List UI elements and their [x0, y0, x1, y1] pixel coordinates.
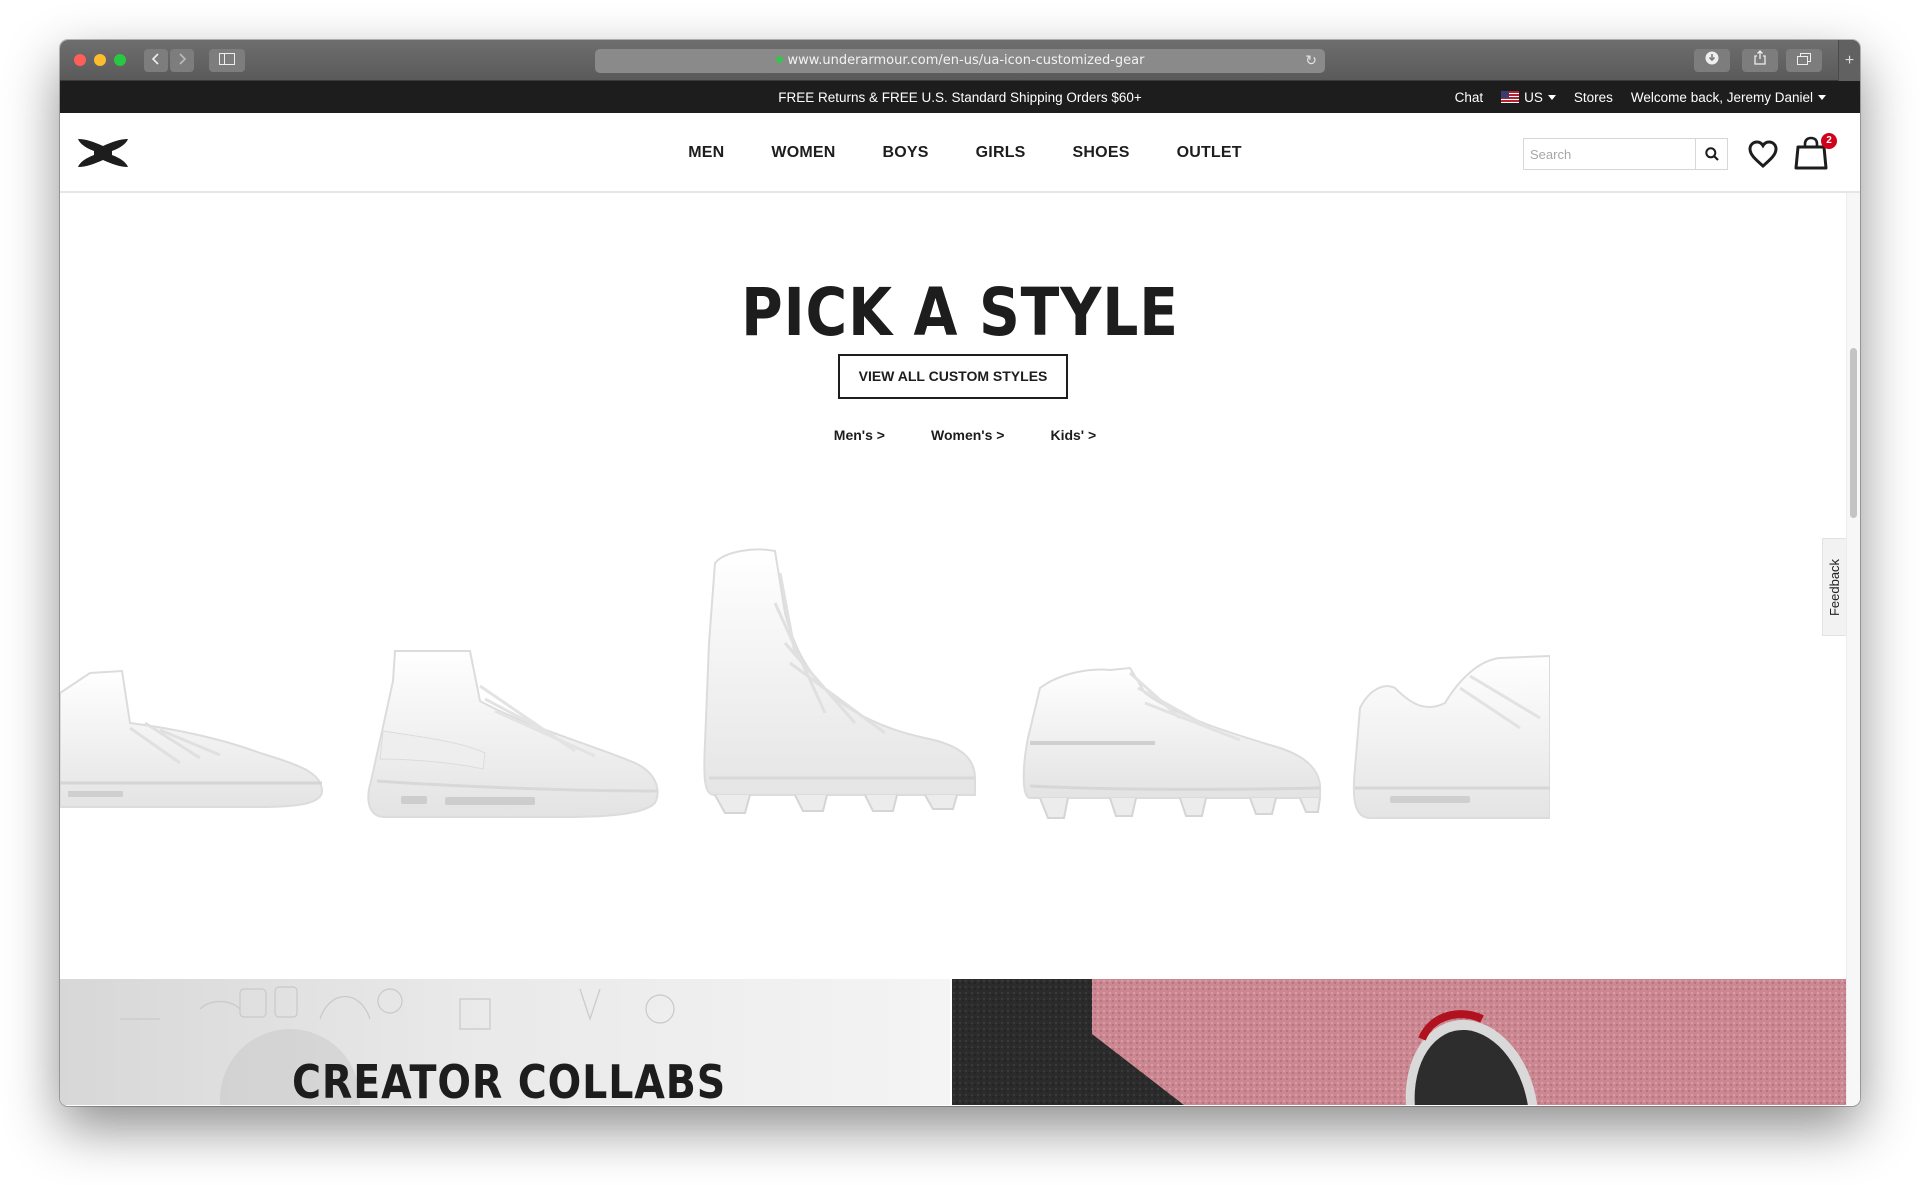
sidebar-button[interactable] [209, 49, 245, 72]
shoe-image-football-cleat[interactable] [1020, 648, 1330, 828]
pick-a-style-heading: PICK A STYLE [741, 274, 1179, 351]
address-bar[interactable]: www.underarmour.com/en-us/ua-icon-custom… [595, 49, 1325, 73]
chevron-left-icon [151, 53, 159, 65]
nav-women[interactable]: WOMEN [771, 144, 835, 162]
minimize-window-button[interactable] [94, 54, 106, 66]
view-all-custom-styles-button[interactable]: VIEW ALL CUSTOM STYLES [838, 354, 1068, 399]
feedback-tab[interactable]: Feedback [1822, 538, 1846, 636]
nav-girls[interactable]: GIRLS [976, 144, 1026, 162]
creator-collabs-heading: CREATOR COLLABS [292, 1055, 727, 1105]
downloads-button[interactable] [1694, 49, 1730, 72]
shoe-image-lacrosse-cleat[interactable] [685, 543, 985, 825]
country-selector[interactable]: US [1501, 90, 1556, 105]
page-scrollbar[interactable] [1846, 193, 1860, 1105]
search-input[interactable] [1524, 139, 1694, 169]
search-box [1523, 138, 1728, 170]
womens-link[interactable]: Women's > [931, 427, 1004, 443]
promo-bar: FREE Returns & FREE U.S. Standard Shippi… [60, 81, 1860, 113]
shoe-image-high-top-basketball[interactable] [365, 641, 665, 821]
track-photo-icon: ICO [952, 979, 1846, 1105]
tabs-overview-button[interactable] [1786, 49, 1822, 72]
search-button[interactable] [1695, 139, 1727, 169]
page-content: PICK A STYLE VIEW ALL CUSTOM STYLES Men'… [60, 193, 1860, 1105]
sidebar-icon [219, 53, 235, 65]
shoe-image-low-top-partial[interactable] [60, 633, 330, 813]
stores-link[interactable]: Stores [1574, 90, 1613, 105]
shoe-image-running-partial[interactable] [1350, 648, 1550, 828]
welcome-text: Welcome back, Jeremy Daniel [1630, 90, 1813, 105]
wishlist-heart-icon[interactable] [1747, 139, 1779, 169]
share-button[interactable] [1742, 49, 1778, 72]
forward-button[interactable] [170, 49, 194, 72]
search-icon [1704, 147, 1719, 161]
browser-titlebar: www.underarmour.com/en-us/ua-icon-custom… [60, 40, 1860, 81]
cart-count-badge: 2 [1821, 133, 1837, 149]
reload-icon[interactable]: ↻ [1305, 49, 1317, 73]
us-flag-icon [1501, 91, 1520, 103]
utility-links: Chat US Stores Welcome back, Jeremy Dani… [1455, 90, 1826, 105]
gender-links: Men's > Women's > Kids' > [60, 427, 1860, 443]
url-text: www.underarmour.com/en-us/ua-icon-custom… [787, 53, 1145, 68]
share-icon [1754, 50, 1766, 65]
zoom-window-button[interactable] [114, 54, 126, 66]
track-shoe-banner[interactable]: ICO [952, 979, 1846, 1105]
back-button[interactable] [144, 49, 168, 72]
chevron-right-icon [179, 53, 187, 65]
country-label: US [1524, 90, 1543, 105]
close-window-button[interactable] [74, 54, 86, 66]
scrollbar-thumb[interactable] [1850, 348, 1857, 518]
tabs-icon [1797, 53, 1811, 65]
secure-icon [775, 56, 783, 63]
download-icon [1705, 51, 1719, 65]
nav-outlet[interactable]: OUTLET [1177, 144, 1242, 162]
account-menu[interactable]: Welcome back, Jeremy Daniel [1631, 90, 1826, 105]
new-tab-button[interactable]: + [1838, 40, 1860, 81]
caret-down-icon [1818, 95, 1826, 100]
mens-link[interactable]: Men's > [834, 427, 885, 443]
feedback-label: Feedback [1827, 558, 1842, 616]
browser-window: www.underarmour.com/en-us/ua-icon-custom… [60, 40, 1860, 1106]
nav-shoes[interactable]: SHOES [1073, 144, 1130, 162]
nav-men[interactable]: MEN [688, 144, 724, 162]
kids-link[interactable]: Kids' > [1050, 427, 1096, 443]
site-header: MEN WOMEN BOYS GIRLS SHOES OUTLET 2 [60, 113, 1860, 193]
nav-boys[interactable]: BOYS [883, 144, 929, 162]
caret-down-icon [1547, 95, 1556, 100]
chat-link[interactable]: Chat [1455, 90, 1484, 105]
